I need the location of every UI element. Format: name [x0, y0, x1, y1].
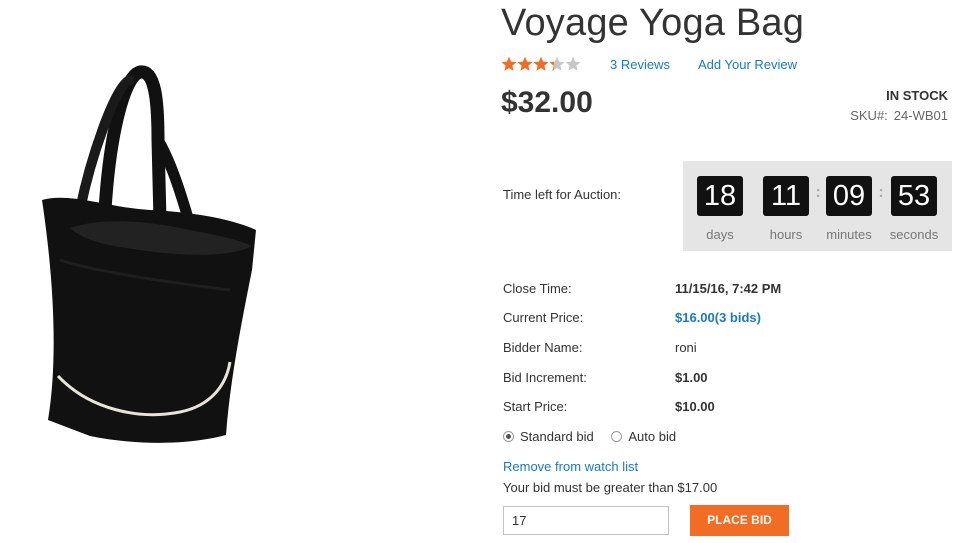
- timer-seconds-label: seconds: [889, 227, 939, 242]
- auto-bid-radio[interactable]: [611, 431, 623, 442]
- reviews-link[interactable]: 3 Reviews: [610, 57, 670, 72]
- timer-days-label: days: [706, 227, 734, 242]
- bid-type-options: Standard bid Auto bid: [503, 429, 690, 444]
- sku-value: 24-WB01: [893, 108, 948, 123]
- star-icon: [501, 56, 517, 71]
- product-price: $32.00: [501, 86, 593, 119]
- standard-bid-radio[interactable]: [503, 431, 514, 442]
- bid-minimum-note: Your bid must be greater than $17.00: [503, 480, 718, 495]
- standard-bid-option[interactable]: Standard bid: [503, 429, 594, 444]
- standard-bid-label: Standard bid: [520, 429, 594, 444]
- auction-time-label: Time left for Auction:: [503, 187, 622, 202]
- bid-increment-value: $1.00: [675, 370, 708, 385]
- start-price-value: $10.00: [675, 399, 715, 414]
- sku: SKU#: 24-WB01: [850, 108, 948, 123]
- auto-bid-label: Auto bid: [628, 429, 677, 444]
- auto-bid-option[interactable]: Auto bid: [611, 429, 676, 444]
- add-review-link[interactable]: Add Your Review: [698, 57, 797, 72]
- star-icon: [565, 56, 581, 71]
- start-price-label: Start Price:: [503, 399, 568, 414]
- close-time-value: 11/15/16, 7:42 PM: [675, 281, 782, 296]
- timer-hours: 11 hours: [756, 176, 816, 242]
- auction-countdown: 18 days 11 hours : 09 minutes : 53 secon…: [683, 161, 952, 251]
- current-price-bids-link[interactable]: $16.00(3 bids): [675, 310, 761, 325]
- timer-seconds-value: 53: [891, 176, 937, 216]
- remove-watch-list-link[interactable]: Remove from watch list: [503, 459, 638, 474]
- star-rating-icon: [501, 56, 581, 71]
- timer-minutes: 09 minutes: [819, 176, 879, 242]
- timer-days-value: 18: [697, 176, 743, 216]
- rating-stars: [501, 56, 581, 72]
- bidder-name-value: roni: [675, 340, 697, 355]
- close-time-label: Close Time:: [503, 281, 572, 296]
- timer-minutes-label: minutes: [826, 227, 872, 242]
- product-title: Voyage Yoga Bag: [501, 2, 805, 44]
- timer-seconds: 53 seconds: [884, 176, 944, 242]
- tote-bag-image: [42, 65, 256, 443]
- bid-increment-label: Bid Increment:: [503, 370, 587, 385]
- bidder-name-label: Bidder Name:: [503, 340, 583, 355]
- star-icon: [533, 56, 549, 71]
- bid-amount-input[interactable]: [503, 506, 669, 535]
- timer-hours-value: 11: [763, 176, 809, 216]
- place-bid-button[interactable]: PLACE BID: [690, 505, 789, 536]
- stock-status: IN STOCK: [886, 88, 948, 103]
- timer-hours-label: hours: [769, 227, 803, 242]
- timer-days: 18 days: [690, 176, 750, 242]
- timer-minutes-value: 09: [826, 176, 872, 216]
- sku-label: SKU#:: [850, 108, 888, 123]
- star-icon: [517, 56, 533, 71]
- product-image: [30, 60, 270, 450]
- current-price-label: Current Price:: [503, 310, 584, 325]
